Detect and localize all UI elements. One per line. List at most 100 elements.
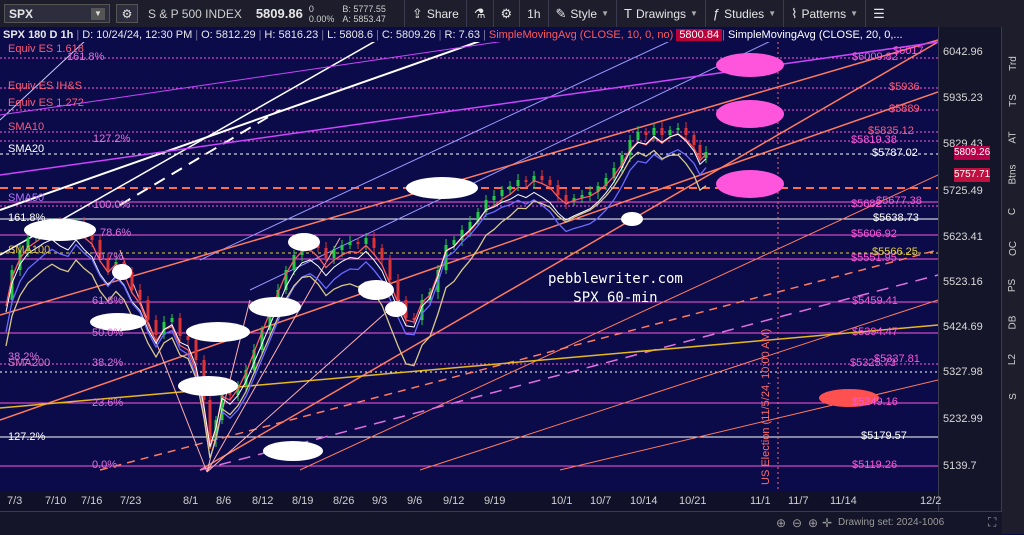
fib-level-label: 127.2% [93, 133, 131, 145]
bar-range: R: 7.63 [444, 28, 480, 41]
price-candle-body [492, 196, 496, 200]
date-tick: 11/7 [788, 495, 809, 507]
date-tick: 12/2 [920, 495, 942, 507]
bid-value: B: 5777.55 [342, 3, 386, 14]
price-level-label: $5249.16 [852, 396, 898, 408]
price-tick: 5523.16 [943, 276, 983, 288]
studies-menu-button[interactable]: ƒ Studies ▼ [704, 0, 783, 27]
price-level-label: $5459.41 [852, 295, 898, 307]
chevron-down-icon: ▼ [768, 9, 777, 18]
sidebar-tab-ps[interactable]: PS [1002, 269, 1024, 301]
sidebar-tab-btns[interactable]: Btns [1002, 158, 1024, 190]
price-level-label: $5551.95 [851, 252, 897, 264]
price-level-label: $5394.47 [852, 326, 898, 338]
price-candle-body [668, 130, 672, 135]
right-sidebar: Trd TS AT Btns C OC PS DB L2 S [1001, 27, 1024, 534]
style-menu-button[interactable]: ✎ Style ▼ [547, 0, 617, 27]
price-candle-body [372, 238, 376, 248]
zoom-out-icon[interactable]: ⊖ [792, 516, 802, 530]
chevron-down-icon: ▼ [91, 7, 105, 20]
crosshair-icon[interactable]: ✛ [822, 516, 832, 530]
study-label: SMA50 [8, 192, 45, 204]
flask-icon: ⚗ [473, 5, 486, 21]
chevron-down-icon: ▼ [601, 9, 610, 18]
price-tick: 6042.96 [943, 46, 983, 58]
price-candle-body [208, 400, 212, 440]
study-label: Equiv ES 1.272 [8, 97, 84, 109]
style-label: Style [570, 6, 598, 21]
price-tick: 5623.41 [943, 231, 983, 243]
flask-button[interactable]: ⚗ [465, 0, 493, 27]
sidebar-tab-at[interactable]: AT [1002, 121, 1024, 153]
sidebar-tab-oc[interactable]: OC [1002, 232, 1024, 264]
pen-icon: ✎ [555, 5, 567, 21]
timeframe-selector[interactable]: 1h [519, 0, 547, 27]
date-tick: 8/19 [292, 495, 314, 507]
fib-level-label: 100.0% [93, 199, 131, 211]
price-axis[interactable]: 6042.96 5935.23 5829.43 5725.49 5623.41 5523.… [938, 27, 1003, 511]
sidebar-tab-s[interactable]: S [1002, 380, 1024, 412]
highlight-ellipse [385, 301, 407, 317]
price-candle-body [652, 128, 656, 135]
more-icon: ☰ [873, 5, 885, 21]
text-tool-icon: T [624, 6, 632, 21]
drawings-menu-button[interactable]: T Drawings ▼ [616, 0, 705, 27]
price-tick: 5232.99 [943, 413, 983, 425]
sma10-study-value: 5800.84 [676, 28, 723, 41]
watermark-subtitle: SPX 60-min [573, 290, 658, 306]
price-tick: 5424.69 [943, 321, 983, 333]
sidebar-tab-ts[interactable]: TS [1002, 84, 1024, 116]
price-candle-body [186, 336, 190, 340]
highlight-ellipse [621, 212, 643, 226]
sidebar-tab-c[interactable]: C [1002, 195, 1024, 227]
date-tick: 7/10 [45, 495, 67, 507]
price-level-label: $5606.92 [851, 228, 897, 240]
date-tick: 8/6 [216, 495, 232, 507]
symbol-text: SPX [9, 6, 34, 21]
fib-level-label: 78.6% [100, 227, 132, 239]
symbol-settings-button[interactable]: ⚙ [116, 4, 138, 23]
studies-label: Studies [724, 6, 765, 21]
patterns-menu-button[interactable]: ⌇ Patterns ▼ [783, 0, 865, 27]
share-button[interactable]: ⇪ Share [403, 0, 466, 27]
expand-icon[interactable]: ⛶ [988, 515, 996, 530]
price-candle-body [516, 180, 520, 186]
zoom-in-icon[interactable]: ⊕ [776, 516, 786, 530]
price-level-label: $5119.26 [852, 459, 898, 471]
date-tick: 11/1 [750, 495, 771, 507]
price-candle-body [138, 290, 142, 300]
top-toolbar: SPX ▼ ⚙ S & P 500 INDEX 5809.86 0 0.00% … [0, 0, 1024, 28]
price-candle-body [540, 176, 544, 180]
price-tick: 5327.98 [943, 366, 983, 378]
highlight-ellipse [263, 441, 323, 461]
chart-settings-button[interactable]: ⚙ [492, 0, 520, 27]
price-candle-body [170, 318, 174, 322]
sidebar-tab-l2[interactable]: L2 [1002, 343, 1024, 375]
drawing-set-label: Drawing set: 2024-1006 [838, 517, 945, 528]
price-level-label: $5325.73 [850, 357, 896, 369]
sidebar-tab-db[interactable]: DB [1002, 306, 1024, 338]
fib-level-label: 23.6% [92, 397, 124, 409]
price-chart[interactable] [0, 27, 938, 492]
more-menu-button[interactable]: ☰ [865, 0, 892, 27]
change-value: 0 [308, 3, 314, 14]
share-label: Share [426, 6, 459, 21]
time-axis[interactable]: 7/3 7/10 7/16 7/23 8/1 8/6 8/12 8/19 8/26 9/3 9/6 9… [0, 492, 942, 511]
sma10-study-label[interactable]: SimpleMovingAvg (CLOSE, 10, 0, no) [486, 29, 676, 41]
price-candle-body [524, 180, 528, 182]
bar-open: O: 5812.29 [201, 28, 256, 41]
share-icon: ⇪ [411, 5, 423, 21]
date-tick: 9/6 [407, 495, 423, 507]
studies-icon: ƒ [712, 6, 721, 21]
sma20-study-label[interactable]: SimpleMovingAvg (CLOSE, 20, 0,... [725, 29, 906, 41]
sidebar-tab-trd[interactable]: Trd [1002, 47, 1024, 79]
bar-low: L: 5808.6 [327, 28, 373, 41]
chevron-down-icon: ▼ [850, 9, 859, 18]
date-tick: 10/7 [590, 495, 612, 507]
bid-ask: B: 5777.55 A: 5853.47 [342, 4, 386, 24]
price-candle-body [194, 340, 198, 360]
highlight-ellipse [249, 297, 301, 317]
fit-icon[interactable]: ⊕ [808, 516, 818, 530]
symbol-selector[interactable]: SPX ▼ [4, 4, 110, 23]
price-candle-body [548, 180, 552, 185]
